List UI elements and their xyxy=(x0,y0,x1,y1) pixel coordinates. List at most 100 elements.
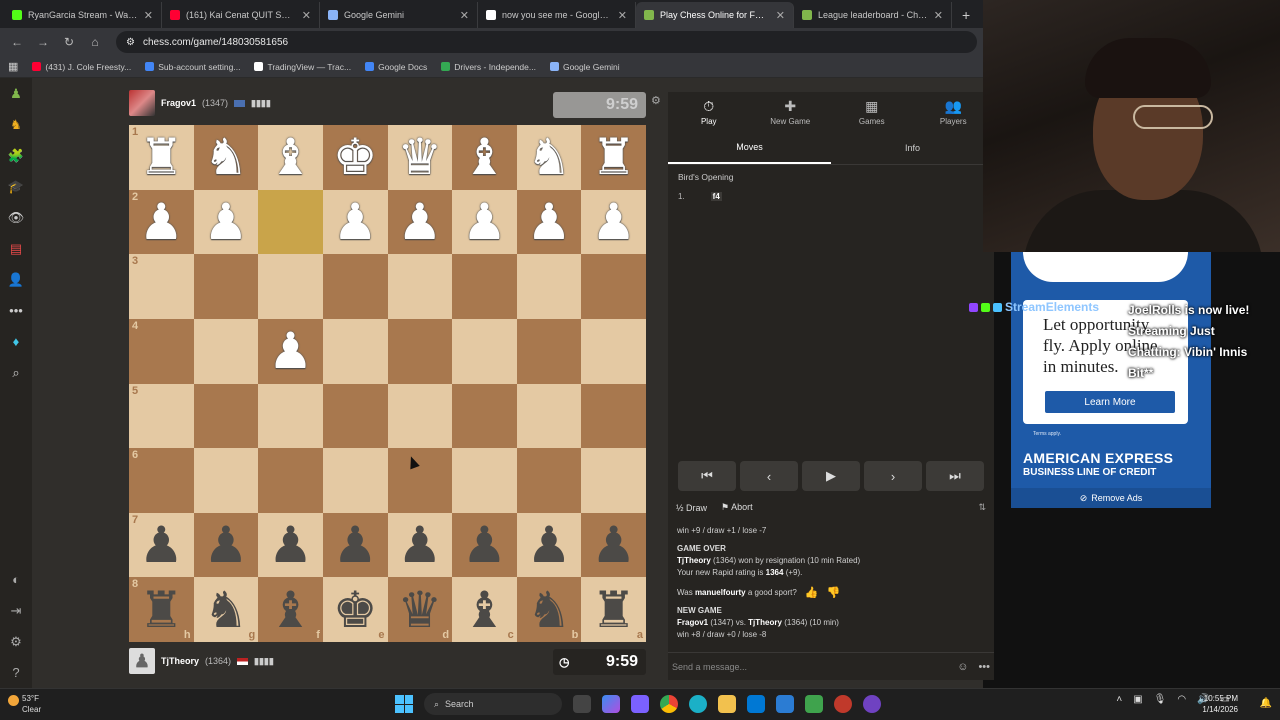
tray-app-icon[interactable]: ▣ xyxy=(1133,694,1142,705)
teams-icon[interactable] xyxy=(631,695,649,713)
white-pawn-icon[interactable]: ♟ xyxy=(333,197,378,247)
board-square[interactable]: ♟ xyxy=(452,189,517,255)
board-settings-icon[interactable]: ⚙ xyxy=(651,94,661,107)
white-queen-icon[interactable]: ♛ xyxy=(397,132,442,182)
chess-logo-icon[interactable]: ♟ xyxy=(0,78,32,109)
board-square[interactable] xyxy=(193,318,259,384)
panel-tab-players[interactable]: 👥 Players xyxy=(913,92,995,132)
winner-name[interactable]: TjTheory xyxy=(677,556,711,565)
board-square[interactable]: ♟ xyxy=(516,189,582,255)
board-square[interactable]: ♟ xyxy=(452,512,517,578)
board-square[interactable] xyxy=(387,254,453,319)
bookmark-item[interactable]: Google Gemini xyxy=(549,62,620,72)
board-square[interactable]: ♟ xyxy=(516,512,582,578)
board-square[interactable] xyxy=(452,448,517,513)
close-icon[interactable]: ✕ xyxy=(776,9,785,22)
panel-tab-games[interactable]: ▦ Games xyxy=(831,92,913,132)
board-square[interactable] xyxy=(193,448,259,513)
emoji-icon[interactable]: ☺ xyxy=(957,661,968,673)
browser-tab[interactable]: Play Chess Online for FREE ✕ xyxy=(636,2,794,28)
close-icon[interactable]: ✕ xyxy=(934,9,943,22)
collapse-icon[interactable]: ⇥ xyxy=(0,595,32,626)
board-square[interactable]: b ♞ xyxy=(516,577,582,642)
panel-tab-play[interactable]: ⏱ Play xyxy=(668,92,750,132)
taskbar-search[interactable]: ⌕ Search xyxy=(424,693,562,715)
browser-tab[interactable]: (161) Kai Cenat QUIT STREAMING ✕ xyxy=(162,2,320,28)
thumbs-up-icon[interactable]: 👍 xyxy=(805,587,819,599)
learn-icon[interactable]: 🎓 xyxy=(0,171,32,202)
board-square[interactable]: ♟ xyxy=(581,189,646,255)
start-icon[interactable] xyxy=(395,695,413,713)
app-icon[interactable] xyxy=(863,695,881,713)
chrome-icon[interactable] xyxy=(660,695,678,713)
task-view-icon[interactable] xyxy=(573,695,591,713)
bottom-player-name[interactable]: TjTheory xyxy=(161,656,199,666)
browser-tab[interactable]: Google Gemini ✕ xyxy=(320,2,478,28)
more-icon[interactable]: ••• xyxy=(0,295,32,326)
microphone-icon[interactable]: 🎙 xyxy=(1154,694,1167,705)
social-icon[interactable]: 👤 xyxy=(0,264,32,295)
board-square[interactable] xyxy=(452,318,517,384)
weather-widget[interactable]: 53°F Clear xyxy=(8,693,41,715)
learn-more-button[interactable]: Learn More xyxy=(1045,391,1175,413)
draw-button[interactable]: ½ Draw xyxy=(676,503,707,513)
board-square[interactable]: ♟ xyxy=(322,189,388,255)
black-pawn-icon[interactable]: ♟ xyxy=(397,520,442,570)
black-pawn-icon[interactable]: ♟ xyxy=(527,520,572,570)
flip-board-icon[interactable]: ⇅ xyxy=(978,502,986,513)
white-pawn-icon[interactable]: ♟ xyxy=(204,197,249,247)
board-square[interactable]: 8 h ♜ xyxy=(129,577,194,642)
black-king-icon[interactable]: ♚ xyxy=(333,585,378,635)
white-pawn-icon[interactable]: ♟ xyxy=(397,197,442,247)
board-square[interactable] xyxy=(258,189,323,255)
board-square[interactable]: ♟ xyxy=(258,512,323,578)
new-tab-button[interactable]: + xyxy=(952,7,980,28)
white-knight-icon[interactable]: ♞ xyxy=(527,132,572,182)
white-pawn-icon[interactable]: ♟ xyxy=(139,197,184,247)
top-player-name[interactable]: Fragov1 xyxy=(161,98,196,108)
board-square[interactable] xyxy=(581,318,646,384)
board-square[interactable] xyxy=(387,383,453,449)
black-bishop-icon[interactable]: ♝ xyxy=(462,585,507,635)
search-icon[interactable]: ⌕ xyxy=(0,357,32,388)
thumbs-down-icon[interactable]: 👎 xyxy=(826,587,840,599)
board-square[interactable]: ♟ xyxy=(193,512,259,578)
panel-tab-new-game[interactable]: ✚ New Game xyxy=(750,92,832,132)
tab-moves[interactable]: Moves xyxy=(668,132,831,164)
prev-move-button[interactable]: ‹ xyxy=(740,461,798,491)
board-square[interactable]: ♛ xyxy=(387,125,453,190)
board-square[interactable]: 2 ♟ xyxy=(129,189,194,255)
bookmark-item[interactable]: (431) J. Cole Freesty... xyxy=(32,62,131,72)
white-bishop-icon[interactable]: ♝ xyxy=(462,132,507,182)
board-square[interactable]: ♞ xyxy=(193,125,259,190)
black-rook-icon[interactable]: ♜ xyxy=(139,585,184,635)
remove-ads-button[interactable]: ⊘ Remove Ads xyxy=(1011,488,1211,508)
board-square[interactable]: ♜ xyxy=(581,125,646,190)
close-icon[interactable]: ✕ xyxy=(618,9,627,22)
board-square[interactable]: ♝ xyxy=(258,125,323,190)
black-rook-icon[interactable]: ♜ xyxy=(591,585,636,635)
reload-icon[interactable]: ↻ xyxy=(58,35,80,49)
tab-info[interactable]: Info xyxy=(831,132,994,164)
notifications-icon[interactable]: 🔔 xyxy=(1260,698,1272,709)
white-pawn-icon[interactable]: ♟ xyxy=(591,197,636,247)
board-square[interactable]: d ♛ xyxy=(387,577,453,642)
help-icon[interactable]: ? xyxy=(0,657,32,688)
black-knight-icon[interactable]: ♞ xyxy=(527,585,572,635)
forward-icon[interactable]: → xyxy=(32,35,54,49)
taskbar-clock[interactable]: 10:55 PM 1/14/2026 xyxy=(1202,693,1238,715)
board-square[interactable]: e ♚ xyxy=(322,577,388,642)
board-square[interactable] xyxy=(452,254,517,319)
white-rook-icon[interactable]: ♜ xyxy=(139,132,184,182)
move-white[interactable]: f4 xyxy=(710,192,722,201)
board-square[interactable] xyxy=(193,254,259,319)
home-icon[interactable]: ⌂ xyxy=(84,35,106,49)
play-icon[interactable]: ♞ xyxy=(0,109,32,140)
outlook-icon[interactable] xyxy=(776,695,794,713)
board-square[interactable]: ♞ xyxy=(516,125,582,190)
bookmark-item[interactable]: Drivers - Independe... xyxy=(441,62,536,72)
white-king-icon[interactable]: ♚ xyxy=(333,132,378,182)
board-square[interactable] xyxy=(452,383,517,449)
browser-tab[interactable]: League leaderboard - Chess.com ✕ xyxy=(794,2,952,28)
black-pawn-icon[interactable]: ♟ xyxy=(268,520,313,570)
